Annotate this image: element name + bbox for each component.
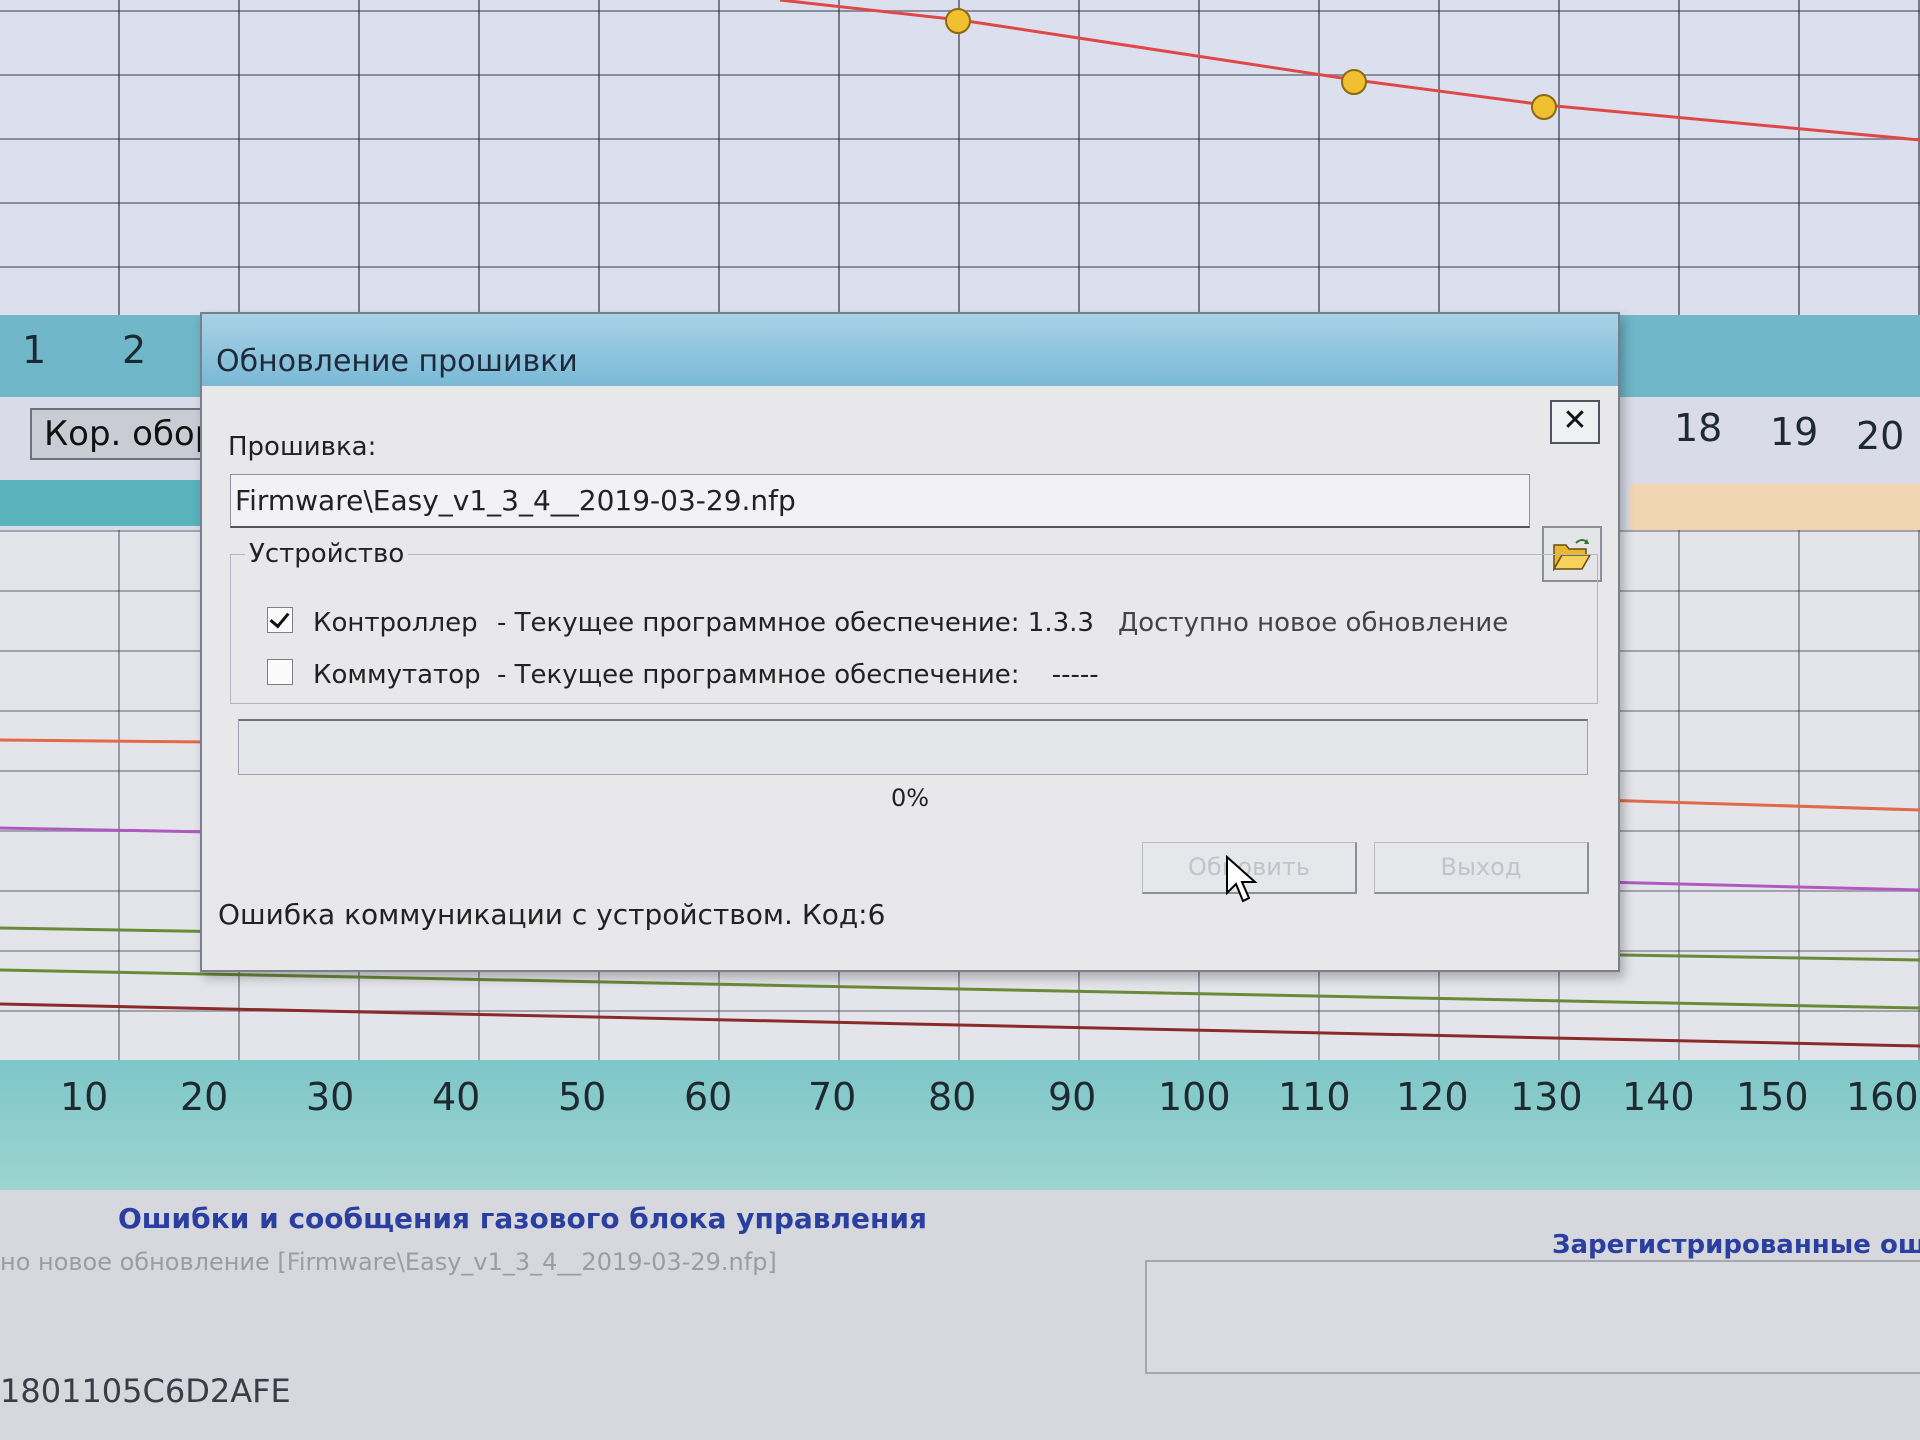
firmware-path-field[interactable]: [230, 474, 1530, 528]
x-axis-tick: 110: [1278, 1075, 1351, 1119]
x-axis-tick: 100: [1158, 1075, 1231, 1119]
update-available-status: Доступно новое обновление: [1117, 608, 1509, 638]
x-axis-tick: 70: [808, 1075, 857, 1119]
chart-marker: [945, 8, 971, 34]
x-axis-tick: 30: [306, 1075, 355, 1119]
x-axis-tick: 50: [558, 1075, 607, 1119]
close-button[interactable]: ✕: [1550, 400, 1600, 444]
upper-axis-tick: 20: [1856, 414, 1905, 458]
software-label: - Текущее программное обеспечение:: [497, 660, 1020, 690]
correction-tab[interactable]: Кор. обор: [30, 408, 220, 460]
exit-button[interactable]: Выход: [1374, 842, 1589, 894]
progress-percent: 0%: [890, 784, 930, 812]
device-id-label: 1801105C6D2AFE: [0, 1372, 291, 1410]
upper-axis-tick: 19: [1770, 410, 1819, 454]
progress-bar: [238, 719, 1588, 775]
checkbox-checked-icon[interactable]: [267, 607, 293, 633]
x-axis-tick: 160: [1846, 1075, 1919, 1119]
x-axis-tick: 120: [1396, 1075, 1469, 1119]
close-icon: ✕: [1562, 403, 1588, 438]
upper-axis-tick: 18: [1674, 406, 1723, 450]
x-axis-tick: 40: [432, 1075, 481, 1119]
errors-panel-message: но новое обновление [Firmware\Easy_v1_3_…: [0, 1248, 777, 1276]
status-message: Ошибка коммуникации с устройством. Код:6: [218, 898, 886, 931]
upper-axis-tick: 2: [122, 328, 147, 372]
x-axis-tick: 60: [684, 1075, 733, 1119]
errors-panel-title: Ошибки и сообщения газового блока управл…: [118, 1202, 927, 1235]
x-axis-tick: 150: [1736, 1075, 1809, 1119]
chart-marker: [1341, 69, 1367, 95]
device-name: Контроллер: [313, 608, 478, 638]
checkbox-empty-icon[interactable]: [267, 659, 293, 685]
left-teal-strip: [0, 480, 210, 526]
x-axis-tick: 10: [60, 1075, 109, 1119]
x-axis-tick: 90: [1048, 1075, 1097, 1119]
software-version: -----: [1051, 660, 1099, 690]
device-row-switch: Коммутатор - Текущее программное обеспече…: [267, 659, 1099, 690]
x-axis-tick: 140: [1622, 1075, 1695, 1119]
x-axis-tick: 130: [1510, 1075, 1583, 1119]
dialog-titlebar[interactable]: Обновление прошивки: [202, 314, 1618, 386]
device-row-controller: Контроллер - Текущее программное обеспече…: [267, 607, 1508, 638]
upper-axis-tick: 1: [22, 328, 47, 372]
registered-errors-title: Зарегистрированные ошиб: [1552, 1230, 1920, 1260]
dialog-title: Обновление прошивки: [216, 344, 578, 379]
x-axis-tick: 80: [928, 1075, 977, 1119]
firmware-update-dialog: Обновление прошивки ✕ Прошивка: Устройст…: [200, 312, 1620, 972]
device-group-label: Устройство: [245, 539, 409, 569]
top-chart-curve: [779, 0, 1920, 142]
device-group: Устройство Контроллер - Текущее программн…: [230, 539, 1598, 704]
registered-errors-list[interactable]: [1145, 1260, 1920, 1374]
x-axis-tick: 20: [180, 1075, 229, 1119]
software-version: 1.3.3: [1027, 608, 1094, 638]
mouse-pointer-icon: [1226, 855, 1258, 903]
software-label: - Текущее программное обеспечение:: [497, 608, 1020, 638]
chart-marker: [1531, 94, 1557, 120]
device-name: Коммутатор: [313, 660, 481, 690]
firmware-label: Прошивка:: [228, 432, 377, 462]
